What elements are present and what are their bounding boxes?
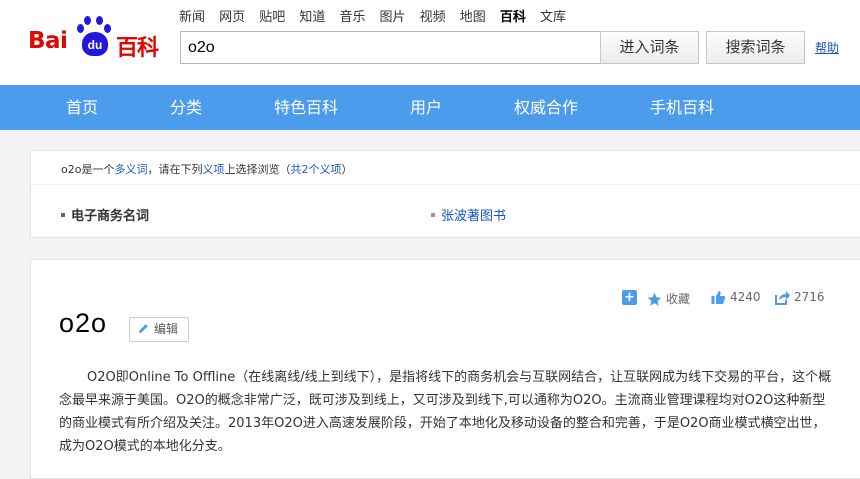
bullet-icon — [431, 212, 435, 217]
topnav-music[interactable]: 音乐 — [339, 6, 365, 25]
mainnav-category[interactable]: 分类 — [170, 85, 202, 130]
polysemy-link[interactable]: 多义词 — [114, 163, 147, 176]
share-icon — [775, 291, 790, 305]
topnav-images[interactable]: 图片 — [380, 6, 406, 25]
enter-entry-button[interactable]: 进入词条 — [600, 31, 699, 64]
topnav-baike[interactable]: 百科 — [500, 6, 526, 25]
mainnav-home[interactable]: 首页 — [66, 85, 98, 130]
mainnav-users[interactable]: 用户 — [410, 85, 442, 130]
main-nav: 首页 分类 特色百科 用户 权威合作 手机百科 — [0, 85, 860, 130]
thumbs-up-icon — [711, 291, 726, 304]
help-link[interactable]: 帮助 — [815, 39, 839, 56]
share-button[interactable]: 2716 — [775, 290, 825, 308]
paw-logo-icon: du — [74, 16, 114, 60]
entry-card: + 收藏 4240 2716 o2o 编辑 O2O即Online To Offl… — [30, 259, 860, 479]
topnav-wenku[interactable]: 文库 — [540, 6, 566, 25]
sense-count-link[interactable]: 共2个义项 — [290, 163, 341, 176]
topnav-tieba[interactable]: 贴吧 — [259, 6, 285, 25]
mainnav-mobile[interactable]: 手机百科 — [650, 85, 714, 130]
current-sense: 电子商务名词 — [61, 205, 149, 224]
topnav-web[interactable]: 网页 — [219, 6, 245, 25]
star-icon — [647, 292, 662, 306]
search-box — [180, 31, 600, 64]
polysemy-notice: o2o是一个多义词，请在下列义项上选择浏览（共2个义项） — [61, 163, 353, 176]
sense-link[interactable]: 义项 — [202, 163, 224, 176]
edit-button[interactable]: 编辑 — [129, 317, 189, 342]
pencil-icon — [139, 324, 148, 333]
mainnav-featured[interactable]: 特色百科 — [274, 85, 338, 130]
entry-title: o2o — [59, 308, 108, 338]
topnav-video[interactable]: 视频 — [420, 6, 446, 25]
logo-wordmark: Bai — [28, 28, 68, 54]
search-input[interactable] — [181, 32, 600, 63]
logo-baike-text: 百科 — [116, 36, 159, 61]
other-sense-link[interactable]: 张波著图书 — [431, 205, 506, 224]
topnav-map[interactable]: 地图 — [460, 6, 486, 25]
mainnav-authority[interactable]: 权威合作 — [514, 85, 578, 130]
topnav-news[interactable]: 新闻 — [179, 6, 205, 25]
bullet-icon — [61, 212, 65, 217]
entry-summary: O2O即Online To Offline（在线离线/线上到线下），是指将线下的… — [59, 370, 832, 454]
topnav-zhidao[interactable]: 知道 — [299, 6, 325, 25]
plus-icon: + — [622, 290, 637, 305]
baidu-baike-logo[interactable]: Bai du 百科 — [28, 16, 168, 64]
search-entry-button[interactable]: 搜索词条 — [706, 31, 805, 64]
polysemy-panel: o2o是一个多义词，请在下列义项上选择浏览（共2个义项） 电子商务名词 张波著图… — [30, 150, 860, 238]
collect-button[interactable]: 收藏 — [647, 290, 690, 308]
divider — [31, 184, 860, 185]
like-button[interactable]: 4240 — [711, 290, 761, 308]
top-product-nav: 新闻 网页 贴吧 知道 音乐 图片 视频 地图 百科 文库 — [179, 6, 575, 25]
add-button[interactable]: + — [622, 290, 641, 308]
header: Bai du 百科 新闻 网页 贴吧 知道 音乐 图片 视频 地图 百科 文库 … — [0, 0, 860, 85]
